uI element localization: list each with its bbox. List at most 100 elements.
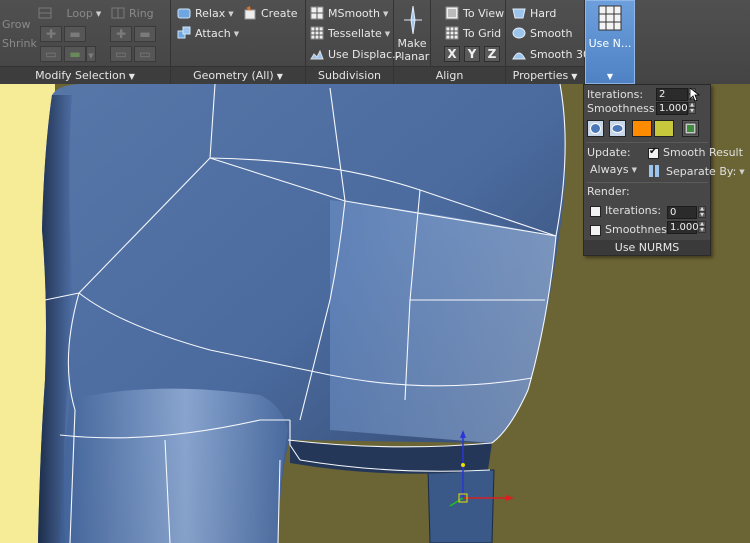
create-label: Create [261,7,298,20]
use-displace-button[interactable]: Use Displac... [310,46,403,64]
chevron-down-icon: ▼ [739,168,745,176]
geometry-label[interactable]: Geometry (All) ▼ [171,66,305,84]
to-view-label: To View [463,7,505,20]
separate-by-label: Separate By: [666,165,737,178]
smooth-result-label: Smooth Result [663,146,743,159]
ring-shrink-button[interactable]: ▬ [134,26,156,42]
properties-label-text: Properties [512,69,569,82]
iterations-spinner[interactable]: 2 [656,88,688,101]
orange-swatch [633,121,651,136]
displace-icon [310,47,324,61]
loop-shrink-button[interactable]: ▬ [64,26,86,42]
smooth30-button[interactable]: Smooth 30 [512,46,590,64]
loop-select-button[interactable]: ▬ [64,46,86,62]
separate-by-dropdown[interactable]: Separate By: ▼ [648,165,745,179]
loop-grow-button[interactable]: ✚ [40,26,62,42]
loop-mode-button[interactable]: ▭ [40,46,62,62]
grow-button[interactable]: Grow [2,16,31,34]
show-cage-button[interactable] [609,120,626,137]
update-dropdown[interactable]: Always ▼ [590,163,637,176]
checkbox-icon [590,224,601,236]
tessellate-button[interactable]: Tessellate ▼ [310,25,390,43]
make-planar-line2: Planar [394,50,430,63]
make-planar-line1: Make [397,37,427,50]
render-iterations-arrows[interactable]: ▲ ▼ [698,206,706,219]
ring-button[interactable]: Ring [111,5,154,23]
chevron-down-icon: ▼ [606,72,614,81]
align-x-button[interactable]: X [444,46,460,62]
to-grid-button[interactable]: To Grid [445,25,501,43]
smooth30-icon [512,47,526,61]
use-nurms-label: Use N... [588,37,632,50]
render-smoothness-arrows[interactable]: ▲ ▼ [698,221,706,234]
align-y-button[interactable]: Y [464,46,480,62]
smoothness-spinner[interactable]: 1.000 [656,102,688,115]
modify-selection-label[interactable]: Modify Selection ▼ [0,66,170,84]
chevron-down-icon: ▼ [382,10,389,18]
render-iterations-spinner[interactable]: 0 [667,206,697,219]
smoothness-label: Smoothness: [587,102,659,115]
loop-button[interactable]: Loop ▼ [38,5,101,23]
relax-icon [177,6,191,20]
subdivision-label[interactable]: Subdivision [306,66,393,84]
render-smoothness-spinner[interactable]: 1.000 [667,221,699,234]
make-planar-button[interactable]: Make Planar [394,37,430,63]
panel-align: To View To Grid X Y Z Align [394,0,506,84]
right-leg [427,469,495,543]
render-smoothness-label: Smoothness: [605,223,677,236]
cage-color-swatch[interactable] [632,120,652,137]
use-nurms-button[interactable]: Use N... ▼ [585,0,635,84]
render-iterations-checkbox[interactable]: Iterations: [590,204,661,217]
arrow-down-icon[interactable]: ▼ [688,108,696,114]
msmooth-icon [310,6,324,20]
chevron-down-icon: ▼ [631,166,637,174]
hard-button[interactable]: Hard [512,5,556,23]
render-smoothness-checkbox[interactable]: Smoothness: [590,223,676,236]
msmooth-label: MSmooth [328,7,380,20]
update-label: Update: [587,146,631,159]
arrow-down-icon[interactable]: ▼ [698,227,706,233]
smooth-label: Smooth [530,27,573,40]
align-label[interactable]: Align [394,66,505,84]
update-value: Always [590,163,629,176]
shrink-button[interactable]: Shrink [2,35,37,53]
properties-label[interactable]: Properties ▼ [506,66,584,84]
msmooth-button[interactable]: MSmooth ▼ [310,5,388,23]
make-planar-icon [404,5,422,37]
render-iterations-label: Iterations: [605,204,662,217]
smooth-icon [512,26,526,40]
loop-dropdown[interactable]: ▼ [86,46,96,62]
ring-grow-button[interactable]: ✚ [110,26,132,42]
to-view-icon [445,6,459,20]
render-label: Render: [587,185,630,198]
isoline-display-button[interactable] [587,120,604,137]
chevron-down-icon: ▼ [384,30,391,38]
smooth-button[interactable]: Smooth [512,25,572,43]
smooth30-label: Smooth 30 [530,48,590,61]
settings-button[interactable] [682,120,699,137]
divider [586,142,708,143]
settings-icon [684,122,697,135]
selection-color-swatch[interactable] [654,120,674,137]
hard-label: Hard [530,7,557,20]
relax-button[interactable]: Relax ▼ [177,5,234,23]
create-button[interactable]: Create [243,5,298,23]
divider [586,182,708,183]
use-displace-label: Use Displac... [328,48,403,61]
tessellate-label: Tessellate [328,27,382,40]
arrow-down-icon[interactable]: ▼ [698,212,706,218]
ring-mode-button[interactable]: ▭ [110,46,132,62]
use-nurms-panel: Iterations: 2 ▲▼ Smoothness: 1.000 ▲▼ Up… [583,84,745,256]
ring-select-button[interactable]: ▭ [134,46,156,62]
separate-by-icon [648,164,662,178]
attach-button[interactable]: Attach ▼ [177,25,239,43]
to-view-button[interactable]: To View [445,5,504,23]
smooth-result-checkbox[interactable]: Smooth Result [648,146,743,159]
create-icon [243,6,257,20]
chevron-down-icon: ▼ [233,30,240,38]
align-z-button[interactable]: Z [484,46,500,62]
modify-selection-label-text: Modify Selection [35,69,126,82]
cage-icon [611,124,624,133]
mouse-cursor-icon [689,87,701,105]
yellow-swatch [655,121,673,136]
